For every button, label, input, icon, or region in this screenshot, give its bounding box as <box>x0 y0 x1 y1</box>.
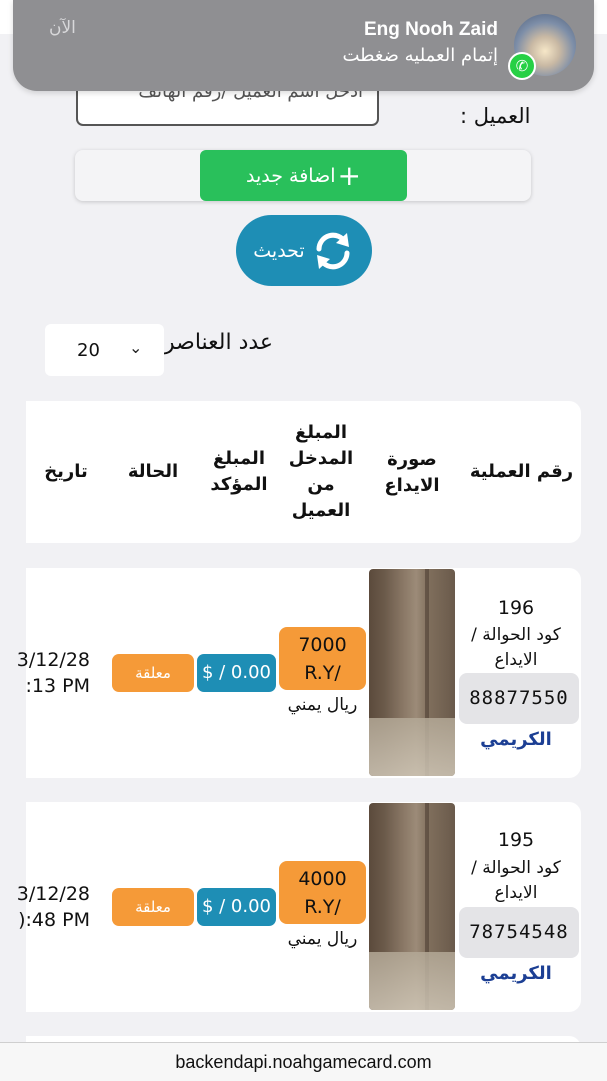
confirmed-amount: $ / 0.00 <box>197 888 276 926</box>
amount-unit: R.Y/ <box>304 662 341 684</box>
confirmed-amount: $ / 0.00 <box>197 654 276 692</box>
page: الآن Eng Nooh Zaid إتمام العمليه ضغطت ✆ … <box>0 0 607 1081</box>
table-row: 196 كود الحوالة / الايداع 88877550 الكري… <box>17 568 581 778</box>
bank-name: الكريمي <box>480 729 552 750</box>
op-number: 196 <box>497 597 535 619</box>
browser-url-bar[interactable]: backendapi.noahgamecard.com <box>0 1042 607 1081</box>
bank-name: الكريمي <box>480 963 552 984</box>
chevron-down-icon: ⌄ <box>129 338 143 357</box>
status-badge: معلقة <box>112 654 194 692</box>
amount-value: 7000 <box>298 634 347 656</box>
amount-value: 4000 <box>298 868 347 890</box>
notification-title: Eng Nooh Zaid <box>363 19 498 40</box>
header-photo: صورة الايداع <box>384 449 440 496</box>
plus-icon: + <box>337 158 361 192</box>
transfer-code: 88877550 <box>459 673 579 724</box>
op-number: 195 <box>497 829 535 851</box>
header-entered-amount: المبلغ المدخل من العميل <box>288 422 354 521</box>
code-label: كود الحوالة / الايداع <box>471 858 561 903</box>
page-size-select[interactable]: 20 ⌄ <box>45 324 164 376</box>
entered-amount: 4000 R.Y/ <box>279 861 366 924</box>
status-badge: معلقة <box>112 888 194 926</box>
notification-time: الآن <box>49 18 76 38</box>
table-header: رقم العملية صورة الايداع المبلغ المدخل م… <box>26 401 581 543</box>
refresh-label: تحديث <box>253 239 305 262</box>
entered-amount: 7000 R.Y/ <box>279 627 366 690</box>
date-line-2: :13 PM <box>25 675 90 697</box>
notification-body: إتمام العمليه ضغطت <box>342 45 498 66</box>
refresh-icon <box>316 232 350 269</box>
date-line-1: 3/12/28 <box>16 649 90 671</box>
code-label: كود الحوالة / الايداع <box>471 625 561 670</box>
client-label: العميل : <box>460 104 531 128</box>
header-date: تاريخ <box>44 461 88 482</box>
transfer-code: 78754548 <box>459 907 579 958</box>
table-row: 195 كود الحوالة / الايداع 78754548 الكري… <box>17 802 581 1012</box>
date-line-1: 3/12/28 <box>16 883 90 905</box>
push-notification[interactable]: الآن Eng Nooh Zaid إتمام العمليه ضغطت ✆ <box>13 0 594 91</box>
whatsapp-icon: ✆ <box>508 52 536 80</box>
add-new-button[interactable]: + اضافة جديد <box>200 150 407 201</box>
deposit-photo[interactable] <box>369 569 455 776</box>
currency-label: ريال يمني <box>287 695 358 715</box>
date-line-2: ):48 PM <box>18 909 90 931</box>
deposit-photo[interactable] <box>369 803 455 1010</box>
amount-unit: R.Y/ <box>304 896 341 918</box>
page-size-value: 20 <box>77 340 100 361</box>
refresh-button[interactable]: تحديث <box>236 215 372 286</box>
header-op-number: رقم العملية <box>469 461 574 482</box>
add-new-label: اضافة جديد <box>246 164 336 187</box>
header-confirmed-amount: المبلغ المؤكد <box>210 448 268 495</box>
header-status: الحالة <box>127 461 179 482</box>
currency-label: ريال يمني <box>287 929 358 949</box>
page-size-label: عدد العناصر <box>164 330 274 355</box>
